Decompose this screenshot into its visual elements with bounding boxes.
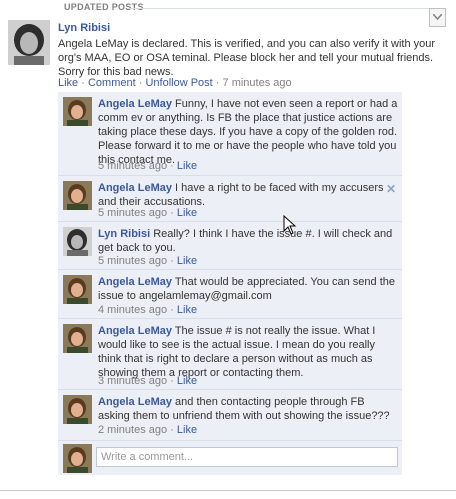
comment-like-link[interactable]: Like — [177, 304, 197, 316]
comment-item: Angela LeMay Funny, I have not even seen… — [58, 92, 402, 176]
comment-like-link[interactable]: Like — [177, 255, 197, 267]
chevron-down-icon — [433, 14, 442, 20]
commenter-avatar[interactable] — [63, 97, 92, 126]
footer-divider — [0, 490, 456, 491]
unfollow-post-link[interactable]: Unfollow Post — [145, 77, 212, 89]
comment-timestamp: 5 minutes ago — [98, 255, 168, 267]
commenter-avatar[interactable] — [63, 275, 92, 304]
post-actions: Like · Comment · Unfollow Post · 7 minut… — [58, 77, 292, 89]
comment-item: Angela LeMay That would be appreciated. … — [58, 270, 402, 319]
commenter-avatar[interactable] — [63, 395, 92, 424]
comment-author[interactable]: Angela LeMay — [98, 396, 172, 408]
write-comment-row: Write a comment... — [58, 441, 402, 475]
post-menu-button[interactable] — [429, 8, 446, 27]
close-icon[interactable]: ✕ — [386, 182, 396, 196]
post-timestamp: 7 minutes ago — [222, 77, 292, 89]
comment-item: Angela LeMay I have a right to be faced … — [58, 176, 402, 222]
poster-avatar[interactable] — [8, 20, 50, 65]
comment-item: Angela LeMay The issue # is not really t… — [58, 319, 402, 390]
comment-author[interactable]: Angela LeMay — [98, 182, 172, 194]
post-text: Angela LeMay is declared. This is verifi… — [58, 38, 436, 78]
comment-author[interactable]: Angela LeMay — [98, 98, 172, 110]
comment-input[interactable]: Write a comment... — [96, 447, 398, 467]
comment-like-link[interactable]: Like — [177, 160, 197, 172]
comment-item: Angela LeMay and then contacting people … — [58, 390, 402, 441]
post-author[interactable]: Lyn Ribisi — [58, 22, 110, 34]
comment-author[interactable]: Angela LeMay — [98, 325, 172, 337]
comment-item: Lyn Ribisi Really? I think I have the is… — [58, 222, 402, 270]
section-header: UPDATED POSTS — [0, 0, 456, 14]
commenter-avatar[interactable] — [63, 324, 92, 353]
comment-timestamp: 4 minutes ago — [98, 304, 168, 316]
comment-author[interactable]: Lyn Ribisi — [98, 228, 150, 240]
comment-link[interactable]: Comment — [88, 77, 136, 89]
like-link[interactable]: Like — [58, 77, 78, 89]
comment-timestamp: 3 minutes ago — [98, 375, 168, 387]
comment-like-link[interactable]: Like — [177, 424, 197, 436]
current-user-avatar — [63, 444, 92, 473]
comment-timestamp: 2 minutes ago — [98, 424, 168, 436]
comment-like-link[interactable]: Like — [177, 207, 197, 219]
commenter-avatar[interactable] — [63, 227, 92, 256]
comment-like-link[interactable]: Like — [177, 375, 197, 387]
commenter-avatar[interactable] — [63, 181, 92, 210]
comment-timestamp: 5 minutes ago — [98, 160, 168, 172]
comment-timestamp: 5 minutes ago — [98, 207, 168, 219]
header-divider — [128, 8, 432, 9]
comment-author[interactable]: Angela LeMay — [98, 276, 172, 288]
comment-list: Angela LeMay Funny, I have not even seen… — [58, 92, 402, 475]
mouse-cursor-icon — [283, 215, 297, 235]
section-title: UPDATED POSTS — [64, 2, 144, 12]
